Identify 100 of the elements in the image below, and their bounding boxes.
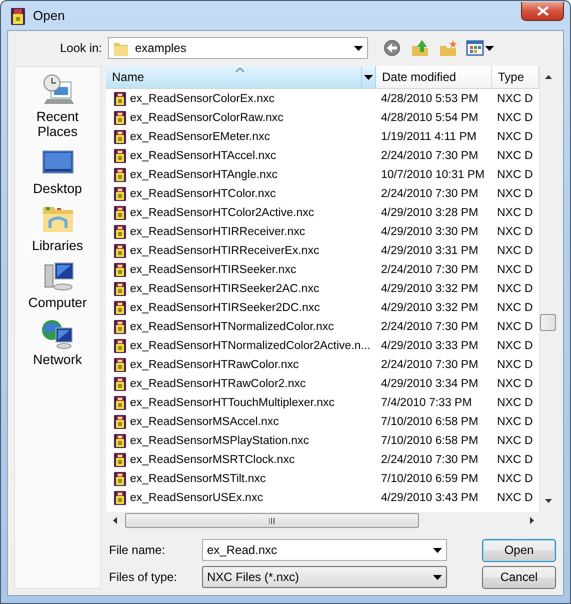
scroll-thumb[interactable] [125, 513, 419, 528]
robot-icon [112, 470, 128, 486]
file-name-cell[interactable]: ex_ReadSensorHTTouchMultiplexer.nxc [106, 394, 376, 410]
type-cell-text: NXC D [496, 434, 534, 446]
robot-icon [112, 110, 128, 126]
file-name-cell[interactable]: ex_ReadSensorHTRawColor2.nxc [106, 376, 376, 392]
robot-icon [112, 224, 128, 240]
file-name-cell[interactable]: ex_ReadSensorUSEx.nxc [106, 490, 376, 506]
date-cell-text: 2/24/2010 7:30 PM [380, 264, 480, 276]
robot-icon [112, 452, 128, 468]
file-name-field[interactable]: ex_Read.nxc [202, 539, 447, 561]
type-cell-text: NXC D [496, 340, 534, 352]
file-type-dropdown[interactable]: NXC Files (*.nxc) [202, 566, 447, 588]
file-name-cell[interactable]: ex_ReadSensorMSRTClock.nxc [106, 452, 376, 468]
window-title: Open [33, 8, 66, 23]
date-cell-text: 2/24/2010 7:30 PM [380, 454, 480, 466]
sidebar-item[interactable]: Desktop [33, 145, 82, 196]
robot-icon [112, 414, 128, 430]
scroll-thumb[interactable] [540, 314, 556, 331]
type-cell-text: NXC D [496, 112, 534, 124]
type-cell-text: NXC D [496, 226, 534, 238]
file-name-cell[interactable]: ex_ReadSensorHTAccel.nxc [106, 148, 376, 164]
close-button[interactable] [521, 2, 564, 21]
date-cell-text: 4/29/2010 3:32 PM [380, 302, 480, 314]
robot-icon [112, 490, 128, 506]
robot-icon [112, 166, 128, 182]
look-in-dropdown[interactable]: examples [108, 37, 368, 59]
grip-icon [269, 518, 275, 524]
date-cell-text: 2/24/2010 7:30 PM [380, 150, 480, 162]
sidebar-item[interactable]: Network [33, 316, 82, 367]
type-cell-text: NXC D [496, 320, 534, 332]
date-cell-text: 10/7/2010 10:31 PM [380, 168, 486, 180]
scroll-right-icon [530, 516, 534, 524]
file-name-cell[interactable]: ex_ReadSensorHTColor2Active.nxc [106, 204, 376, 220]
file-name-label: File name: [108, 543, 166, 557]
date-cell-text: 4/29/2010 3:28 PM [380, 206, 480, 218]
sidebar-item[interactable]: Libraries [32, 202, 84, 253]
file-name-cell[interactable]: ex_ReadSensorHTAngle.nxc [106, 166, 376, 182]
robot-icon [112, 338, 128, 354]
dialog-button[interactable]: Cancel [482, 566, 556, 588]
file-name-cell[interactable]: ex_ReadSensorHTNormalizedColor.nxc [106, 318, 376, 334]
file-name-cell[interactable]: ex_ReadSensorMSAccel.nxc [106, 414, 376, 430]
sidebar-item[interactable]: Computer [28, 259, 87, 310]
date-cell-text: 7/10/2010 6:58 PM [380, 434, 480, 446]
column-header[interactable]: Date modified [376, 66, 492, 88]
date-cell-text: 7/10/2010 6:59 PM [380, 472, 480, 484]
type-cell-text: NXC D [496, 206, 534, 218]
date-cell-text: 1/19/2011 4:11 PM [380, 130, 478, 142]
scroll-up-icon [544, 75, 552, 79]
robot-icon [112, 204, 128, 220]
dialog-button[interactable]: Open [482, 538, 556, 562]
robot-icon [112, 128, 128, 144]
date-cell-text: 4/28/2010 5:53 PM [380, 92, 480, 104]
date-cell-text: 4/29/2010 3:33 PM [380, 340, 480, 352]
type-cell-text: NXC D [496, 264, 534, 276]
type-cell-text: NXC D [496, 416, 534, 428]
file-name-cell[interactable]: ex_ReadSensorHTRawColor.nxc [106, 356, 376, 372]
file-name-cell[interactable]: ex_ReadSensorHTIRSeeker2AC.nxc [106, 280, 376, 296]
type-cell-text: NXC D [496, 130, 534, 142]
type-cell-text: NXC D [496, 92, 534, 104]
file-type-label: Files of type: [108, 570, 178, 584]
type-cell-text: NXC D [496, 358, 534, 370]
type-cell-text: NXC D [496, 378, 534, 390]
column-header[interactable]: Type [492, 66, 539, 88]
file-name-cell[interactable]: ex_ReadSensorHTNormalizedColor2Active.n... [106, 338, 376, 354]
date-cell-text: 4/29/2010 3:31 PM [380, 244, 480, 256]
file-name-cell[interactable]: ex_ReadSensorHTIRReceiver.nxc [106, 224, 376, 240]
date-cell-text: 7/4/2010 7:33 PM [380, 396, 473, 408]
date-cell-text: 4/29/2010 3:30 PM [380, 226, 480, 238]
date-cell-text: 2/24/2010 7:30 PM [380, 320, 480, 332]
robot-icon [9, 6, 27, 26]
type-cell-text: NXC D [496, 396, 534, 408]
robot-icon [112, 318, 128, 334]
type-cell-text: NXC D [496, 454, 534, 466]
file-name-cell[interactable]: ex_ReadSensorHTIRSeeker2DC.nxc [106, 300, 376, 316]
date-cell-text: 2/24/2010 7:30 PM [380, 358, 480, 370]
robot-icon [112, 280, 128, 296]
file-name-cell[interactable]: ex_ReadSensorMSTilt.nxc [106, 470, 376, 486]
sidebar-item[interactable]: Recent Places [15, 73, 100, 139]
robot-icon [112, 262, 128, 278]
file-name-cell[interactable]: ex_ReadSensorColorRaw.nxc [106, 110, 376, 126]
robot-icon [112, 376, 128, 392]
scroll-left-icon [112, 516, 116, 524]
type-cell-text: NXC D [496, 302, 534, 314]
type-cell-text: NXC D [496, 472, 534, 484]
type-cell-text: NXC D [496, 282, 534, 294]
robot-icon [112, 242, 128, 258]
column-menu-button[interactable] [361, 66, 375, 88]
file-name-cell[interactable]: ex_ReadSensorColorEx.nxc [106, 90, 376, 106]
file-name-cell[interactable]: ex_ReadSensorEMeter.nxc [106, 128, 376, 144]
file-name-cell[interactable]: ex_ReadSensorHTIRSeeker.nxc [106, 262, 376, 278]
dropdown-caret-icon [354, 46, 363, 50]
robot-icon [112, 432, 128, 448]
column-header[interactable]: Name [106, 66, 376, 88]
file-name-cell[interactable]: ex_ReadSensorHTIRReceiverEx.nxc [106, 242, 376, 258]
clock-window-icon [40, 73, 74, 107]
type-cell-text: NXC D [496, 150, 534, 162]
date-cell-text: 4/29/2010 3:43 PM [380, 492, 480, 504]
file-name-cell[interactable]: ex_ReadSensorMSPlayStation.nxc [106, 432, 376, 448]
file-name-cell[interactable]: ex_ReadSensorHTColor.nxc [106, 186, 376, 202]
